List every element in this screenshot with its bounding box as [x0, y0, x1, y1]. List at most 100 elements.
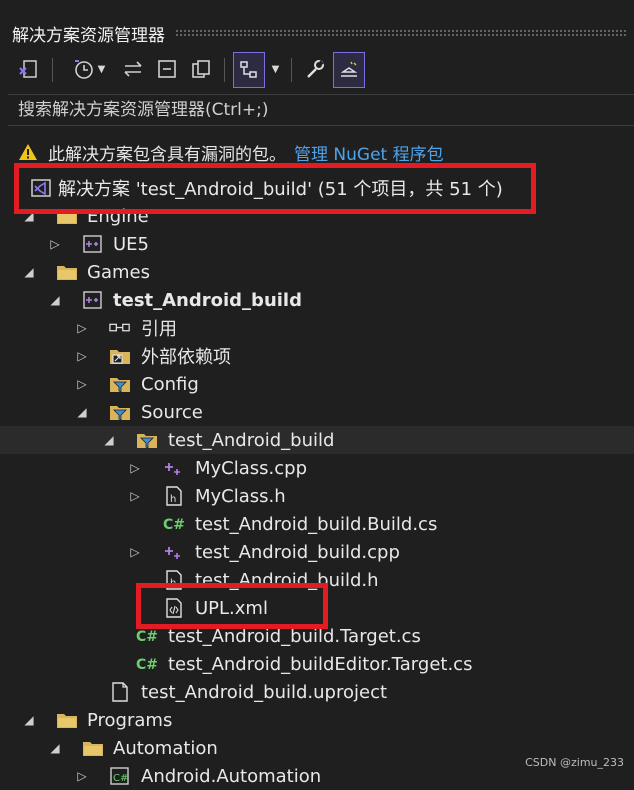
- tree-node[interactable]: ◢ Source: [0, 398, 634, 426]
- tree-node-label: test_Android_build.cpp: [195, 541, 400, 563]
- show-all-files-icon: [192, 60, 210, 78]
- tree-node[interactable]: C# test_Android_buildEditor.Target.cs: [0, 650, 634, 678]
- cpp-project-icon: [82, 289, 104, 311]
- tree-node[interactable]: UPL.xml: [0, 594, 634, 622]
- expand-arrow-icon[interactable]: ▷: [128, 489, 142, 503]
- wrench-icon: [307, 60, 324, 78]
- tree-node-label: test_Android_build: [113, 289, 302, 311]
- collapse-arrow-icon[interactable]: ◢: [75, 405, 89, 419]
- collapse-arrow-icon[interactable]: ◢: [22, 265, 36, 279]
- expand-arrow-icon[interactable]: ▷: [75, 377, 89, 391]
- collapse-arrow-icon[interactable]: ◢: [22, 713, 36, 727]
- tree-node[interactable]: ◢ test_Android_build: [0, 426, 634, 454]
- clock-icon: [74, 60, 93, 79]
- toolbar: ▼ ▼: [0, 48, 634, 92]
- collapse-arrow-icon[interactable]: ◢: [48, 741, 62, 755]
- tree-node[interactable]: ◢ Programs: [0, 706, 634, 734]
- references-icon: [109, 317, 131, 339]
- vulnerability-warning-bar: 此解决方案包含具有漏洞的包。 管理 NuGet 程序包: [8, 136, 634, 168]
- tree-node[interactable]: ◢ Engine: [0, 202, 634, 230]
- collapse-all-button[interactable]: [152, 52, 182, 86]
- drag-grip[interactable]: [175, 29, 626, 37]
- search-box[interactable]: [8, 94, 634, 126]
- external-dependencies-icon: [109, 345, 131, 367]
- view-class-diagram-button[interactable]: [233, 52, 265, 88]
- svg-text:C#: C#: [136, 629, 158, 645]
- tree-node[interactable]: ▷ Config: [0, 370, 634, 398]
- tree-node-label: test_Android_build.uproject: [141, 681, 388, 703]
- tree-node[interactable]: ▷ MyClass.cpp: [0, 454, 634, 482]
- folder-icon: [56, 205, 78, 227]
- csharp-file-icon: C#: [136, 625, 158, 647]
- tree-node-label: UPL.xml: [195, 597, 268, 619]
- filter-folder-icon: [109, 401, 131, 423]
- tree-node[interactable]: C# test_Android_build.Target.cs: [0, 622, 634, 650]
- search-input[interactable]: [8, 99, 620, 121]
- svg-text:h: h: [170, 578, 176, 589]
- file-icon: [109, 681, 131, 703]
- tree-node[interactable]: ▷ 引用: [0, 314, 634, 342]
- tree-node-label: 引用: [141, 319, 177, 340]
- collapse-arrow-icon[interactable]: ◢: [102, 433, 116, 447]
- tree-node[interactable]: ▷ test_Android_build.cpp: [0, 538, 634, 566]
- tree-node-label: MyClass.cpp: [195, 457, 308, 479]
- csharp-file-icon: C#: [136, 653, 158, 675]
- filter-folder-icon: [136, 429, 158, 451]
- hierarchy-icon: [240, 61, 257, 78]
- tree-node-label: Games: [87, 261, 150, 283]
- watermark: CSDN @zimu_233: [525, 756, 624, 769]
- solution-icon: [30, 177, 52, 199]
- cpp-file-icon: [163, 541, 185, 563]
- tree-node[interactable]: ◢ Games: [0, 258, 634, 286]
- expand-arrow-icon[interactable]: ▷: [128, 545, 142, 559]
- sync-with-active-document-button[interactable]: [118, 52, 148, 86]
- folder-icon: [82, 737, 104, 759]
- warning-message: 此解决方案包含具有漏洞的包。: [48, 144, 286, 165]
- expand-arrow-icon[interactable]: ▷: [75, 349, 89, 363]
- show-all-files-button[interactable]: [186, 52, 216, 86]
- solution-label: 解决方案 'test_Android_build' (51 个项目，共 51 个…: [58, 179, 503, 200]
- preview-icon: [340, 61, 358, 77]
- collapse-arrow-icon[interactable]: ◢: [48, 293, 62, 307]
- header-file-icon: h: [163, 569, 185, 591]
- sync-arrows-icon: [124, 61, 142, 77]
- expand-arrow-icon[interactable]: ▷: [48, 237, 62, 251]
- svg-text:C#: C#: [136, 657, 158, 673]
- properties-button[interactable]: [300, 52, 330, 86]
- chevron-down-icon: ▼: [271, 63, 280, 75]
- tree-node[interactable]: test_Android_build.uproject: [0, 678, 634, 706]
- expand-arrow-icon[interactable]: ▷: [128, 461, 142, 475]
- view-options-dropdown[interactable]: ▼: [266, 52, 282, 86]
- tree-node-label: Automation: [113, 737, 218, 759]
- toolbar-separator: [52, 58, 53, 82]
- chevron-down-icon: ▼: [97, 63, 106, 75]
- preview-selected-items-button[interactable]: [333, 52, 365, 88]
- tree-node[interactable]: h test_Android_build.h: [0, 566, 634, 594]
- tree-node[interactable]: C# test_Android_build.Build.cs: [0, 510, 634, 538]
- header-file-icon: h: [163, 485, 185, 507]
- svg-text:C#: C#: [163, 517, 185, 533]
- tree-node[interactable]: ▷ 外部依赖项: [0, 342, 634, 370]
- tree-node-label: Engine: [87, 205, 149, 227]
- collapse-arrow-icon[interactable]: ◢: [22, 209, 36, 223]
- tree-node-label: test_Android_build.Build.cs: [195, 513, 438, 535]
- tree-node[interactable]: ▷ UE5: [0, 230, 634, 258]
- collapse-all-icon: [158, 60, 176, 78]
- csharp-file-icon: C#: [163, 513, 185, 535]
- expand-arrow-icon[interactable]: ▷: [75, 321, 89, 335]
- tree-node[interactable]: ▷ h MyClass.h: [0, 482, 634, 510]
- panel-titlebar: 解决方案资源管理器: [0, 18, 634, 48]
- toolbar-separator: [224, 58, 225, 82]
- switch-views-button[interactable]: [14, 52, 44, 86]
- warning-icon: [19, 144, 37, 160]
- manage-nuget-link[interactable]: 管理 NuGet 程序包: [294, 140, 444, 165]
- solution-node[interactable]: 解决方案 'test_Android_build' (51 个项目，共 51 个…: [0, 174, 634, 202]
- tree-node-label: test_Android_build.h: [195, 569, 379, 591]
- tree-node-label: MyClass.h: [195, 485, 286, 507]
- pending-changes-filter-button[interactable]: ▼: [64, 52, 112, 86]
- toolbar-separator: [291, 58, 292, 82]
- filter-folder-icon: [109, 373, 131, 395]
- tree-node-label: Programs: [87, 709, 173, 731]
- tree-node[interactable]: ◢ test_Android_build: [0, 286, 634, 314]
- expand-arrow-icon[interactable]: ▷: [75, 769, 89, 783]
